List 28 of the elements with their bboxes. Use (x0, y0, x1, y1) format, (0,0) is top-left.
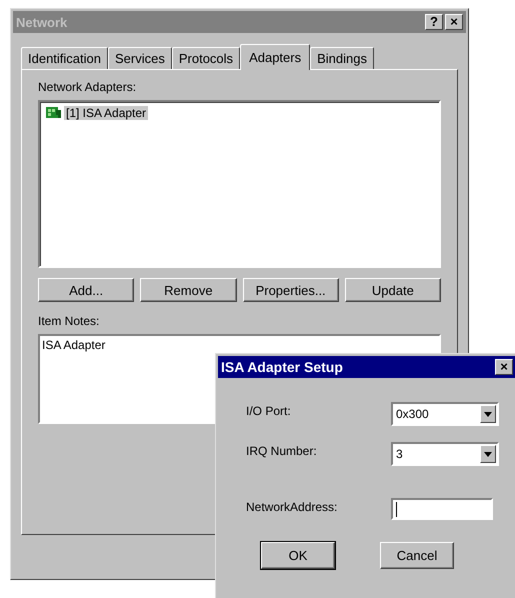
help-button[interactable]: ? (425, 14, 443, 30)
list-label: Network Adapters: (38, 80, 138, 94)
tab[interactable]: Identification (21, 47, 108, 69)
tab[interactable]: Adapters (240, 44, 310, 70)
field-label: NetworkAddress: (246, 499, 338, 514)
adapter-list[interactable]: [1] ISA Adapter (38, 100, 441, 268)
field-label: I/O Port: (246, 403, 292, 418)
notes-label: Item Notes: (38, 314, 100, 328)
close-button[interactable]: × (445, 14, 463, 30)
network-card-icon (46, 106, 62, 120)
action-button[interactable]: Update (344, 278, 441, 302)
tab[interactable]: Protocols (172, 47, 240, 69)
tab[interactable]: Services (108, 47, 172, 69)
input-field[interactable] (391, 498, 493, 520)
dialog-title: ISA Adapter Setup (221, 359, 344, 375)
window-title: Network (16, 14, 68, 30)
field-label: IRQ Number: (246, 443, 318, 458)
dialog-button[interactable]: OK (261, 542, 335, 569)
list-item[interactable]: [1] ISA Adapter (64, 106, 148, 120)
dropdown[interactable]: 0x300 (391, 402, 499, 426)
notes-text: ISA Adapter (42, 338, 106, 352)
action-button[interactable]: Properties... (242, 278, 339, 302)
close-button[interactable]: × (495, 359, 513, 375)
action-button[interactable]: Remove (140, 278, 236, 302)
dialog-button[interactable]: Cancel (380, 542, 454, 569)
tab[interactable]: Bindings (310, 47, 374, 69)
action-button[interactable]: Add... (38, 278, 134, 302)
dropdown[interactable]: 3 (391, 442, 499, 466)
